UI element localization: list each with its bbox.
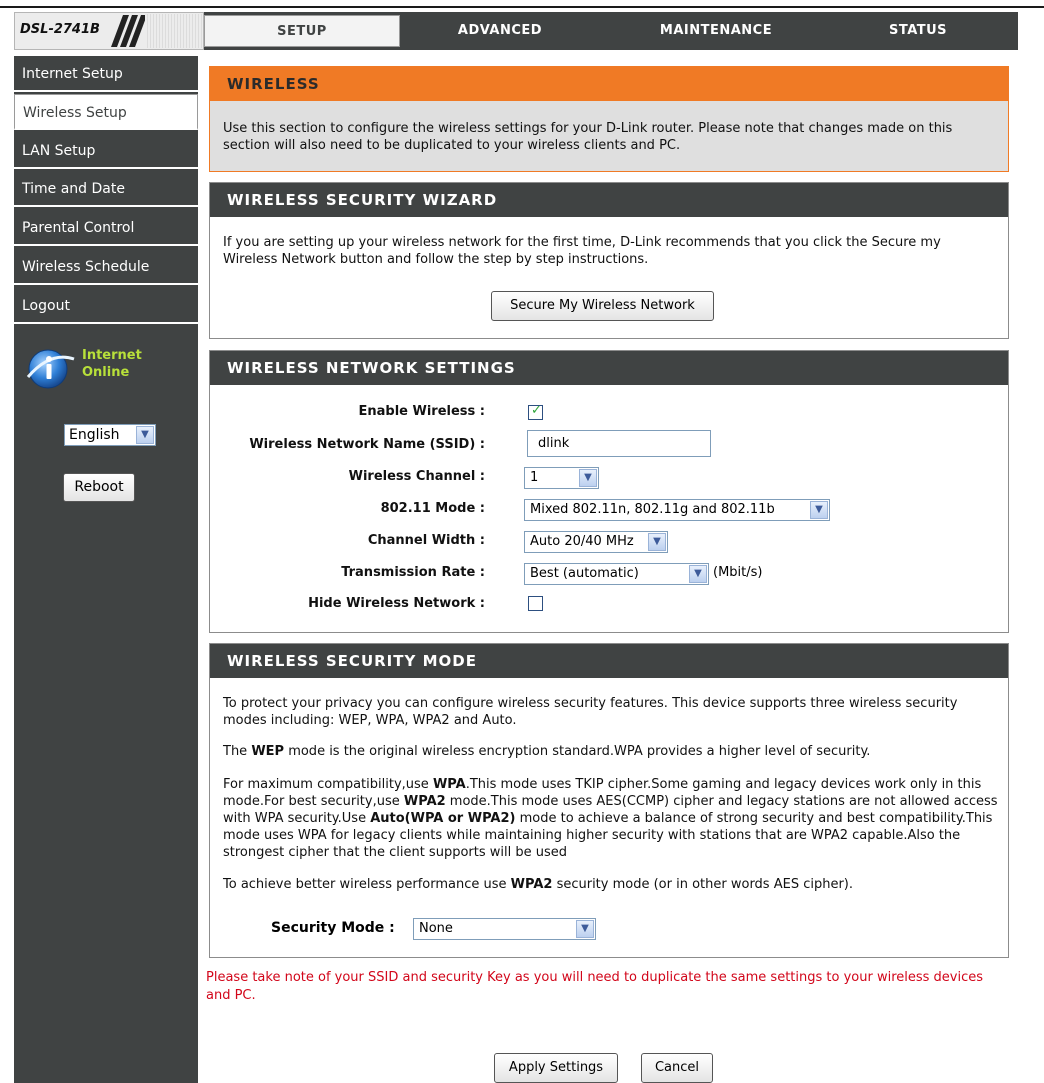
security-paragraph-1: To protect your privacy you can configur… [223, 696, 958, 728]
sidebar-item-wireless-setup[interactable]: Wireless Setup [14, 94, 198, 130]
enable-wireless-label: Enable Wireless : [358, 404, 485, 419]
chevron-down-icon[interactable]: ▼ [648, 533, 666, 551]
top-rule [0, 6, 1044, 8]
bold-wep: WEP [251, 744, 285, 759]
security-wizard-section: WIRELESS SECURITY WIZARD If you are sett… [209, 182, 1009, 339]
apply-settings-button[interactable]: Apply Settings [494, 1053, 618, 1083]
slash-logo-icon [111, 15, 145, 47]
bold-wpa: WPA [432, 777, 466, 792]
internet-status: Internet Online [20, 347, 190, 389]
sidebar-item-logout[interactable]: Logout [14, 288, 198, 324]
bold-auto: Auto(WPA or WPA2) [370, 811, 516, 826]
channel-width-select[interactable]: Auto 20/40 MHz ▼ [524, 531, 668, 553]
text-span: The [223, 744, 252, 759]
security-mode-value: None [419, 921, 453, 936]
cancel-button[interactable]: Cancel [641, 1053, 713, 1083]
security-paragraph-3: For maximum compatibility,use WPA.This m… [223, 776, 998, 861]
wizard-title: WIRELESS SECURITY WIZARD [210, 183, 1008, 217]
text-span: To achieve better wireless performance u… [223, 877, 511, 892]
text-span: security mode (or in other words AES cip… [552, 877, 854, 892]
status-line-1: Internet [82, 348, 142, 363]
transmission-rate-select[interactable]: Best (automatic) ▼ [524, 563, 709, 585]
sidebar-item-internet-setup[interactable]: Internet Setup [14, 56, 198, 92]
security-mode-label: Security Mode : [271, 920, 395, 936]
sidebar-item-lan-setup[interactable]: LAN Setup [14, 133, 198, 169]
warning-note: Please take note of your SSID and securi… [206, 970, 984, 1003]
status-label: Internet Online [82, 347, 142, 381]
hide-network-checkbox[interactable] [528, 596, 543, 611]
ssid-label: Wireless Network Name (SSID) : [249, 437, 485, 452]
bold-wpa2: WPA2 [403, 794, 446, 809]
wizard-description: If you are setting up your wireless netw… [223, 235, 941, 267]
wireless-description: Use this section to configure the wirele… [223, 121, 953, 153]
security-mode-section: WIRELESS SECURITY MODE To protect your p… [209, 643, 1009, 958]
tab-status[interactable]: STATUS [820, 15, 1016, 47]
channel-select[interactable]: 1 ▼ [524, 467, 599, 489]
model-name: DSL-2741B [20, 22, 100, 37]
chevron-down-icon[interactable]: ▼ [689, 565, 707, 583]
channel-width-value: Auto 20/40 MHz [530, 534, 634, 549]
logo-pattern [147, 14, 203, 48]
security-paragraph-2: The WEP mode is the original wireless en… [223, 743, 998, 760]
transmission-rate-label: Transmission Rate : [341, 565, 485, 580]
mode-select[interactable]: Mixed 802.11n, 802.11g and 802.11b ▼ [524, 499, 830, 521]
channel-label: Wireless Channel : [348, 469, 485, 484]
sidebar-item-parental-control[interactable]: Parental Control [14, 210, 198, 246]
tab-advanced[interactable]: ADVANCED [402, 15, 598, 47]
chevron-down-icon[interactable]: ▼ [810, 501, 828, 519]
security-mode-select[interactable]: None ▼ [413, 918, 596, 940]
network-settings-title: WIRELESS NETWORK SETTINGS [210, 351, 1008, 385]
chevron-down-icon[interactable]: ▼ [579, 469, 597, 487]
hide-network-label: Hide Wireless Network : [308, 596, 485, 611]
mode-value: Mixed 802.11n, 802.11g and 802.11b [530, 502, 775, 517]
wireless-section: WIRELESS Use this section to configure t… [209, 66, 1009, 172]
language-select[interactable]: English ▼ [64, 424, 156, 446]
secure-my-wireless-network-button[interactable]: Secure My Wireless Network [491, 291, 714, 321]
mode-label: 802.11 Mode : [380, 501, 485, 516]
status-line-2: Online [82, 365, 130, 380]
sidebar-item-time-and-date[interactable]: Time and Date [14, 171, 198, 207]
text-span: mode is the original wireless encryption… [284, 744, 871, 759]
security-paragraph-4: To achieve better wireless performance u… [223, 876, 998, 893]
reboot-button[interactable]: Reboot [63, 473, 135, 502]
chevron-down-icon[interactable]: ▼ [136, 426, 154, 444]
rate-unit: (Mbit/s) [713, 565, 763, 580]
sidebar: Internet Setup Wireless Setup LAN Setup … [14, 56, 198, 1083]
top-header: DSL-2741B SETUP ADVANCED MAINTENANCE STA… [14, 12, 1018, 50]
tab-setup[interactable]: SETUP [204, 15, 400, 47]
channel-width-label: Channel Width : [367, 533, 485, 548]
ssid-input[interactable]: dlink [527, 430, 711, 457]
channel-value: 1 [530, 470, 539, 485]
network-settings-section: WIRELESS NETWORK SETTINGS Enable Wireles… [209, 350, 1009, 633]
model-logo: DSL-2741B [14, 12, 204, 50]
tab-maintenance[interactable]: MAINTENANCE [618, 15, 814, 47]
text-span: For maximum compatibility,use [223, 777, 433, 792]
security-mode-title: WIRELESS SECURITY MODE [210, 644, 1008, 678]
bold-wpa2: WPA2 [510, 877, 553, 892]
chevron-down-icon[interactable]: ▼ [576, 920, 594, 938]
info-globe-icon [26, 349, 75, 389]
enable-wireless-checkbox[interactable]: ✓ [528, 403, 543, 420]
language-value: English [69, 427, 120, 443]
wireless-title: WIRELESS [210, 67, 1008, 101]
checkmark-icon: ✓ [531, 403, 542, 418]
sidebar-item-wireless-schedule[interactable]: Wireless Schedule [14, 249, 198, 285]
transmission-rate-value: Best (automatic) [530, 566, 639, 581]
